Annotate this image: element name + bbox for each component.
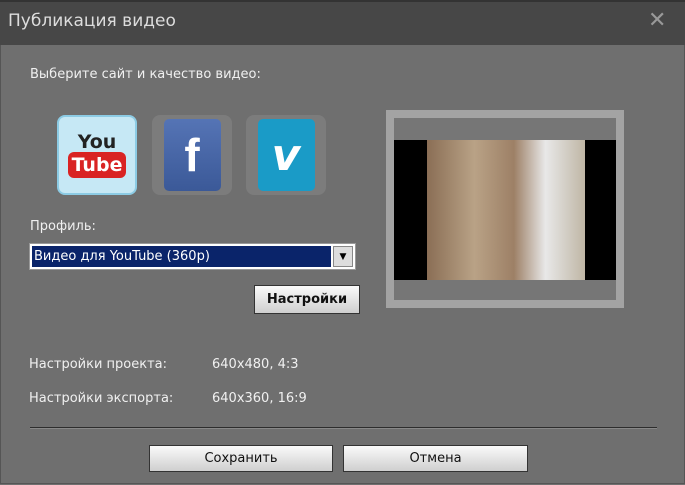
site-vimeo-button[interactable]: v [246, 115, 326, 195]
profile-label: Профиль: [30, 219, 96, 234]
profile-select-value: Видео для YouTube (360p) [32, 246, 331, 267]
youtube-logo-top: You [77, 131, 117, 153]
site-facebook-button[interactable]: f [152, 115, 232, 195]
project-settings-value: 640x480, 4:3 [212, 357, 299, 372]
dialog-title: Публикация видео [8, 11, 176, 31]
export-settings-value: 640x360, 16:9 [212, 391, 307, 406]
preview-inner [394, 118, 616, 300]
preview-thumbnail [427, 140, 585, 280]
profile-select[interactable]: Видео для YouTube (360p) ▼ [29, 243, 356, 270]
close-icon[interactable]: ✕ [648, 8, 666, 33]
cancel-button[interactable]: Отмена [343, 445, 528, 472]
project-settings-label: Настройки проекта: [29, 357, 168, 372]
video-preview [386, 110, 624, 308]
site-youtube-button[interactable]: You Tube [57, 115, 137, 195]
chevron-down-icon[interactable]: ▼ [333, 246, 353, 267]
settings-button[interactable]: Настройки [254, 285, 360, 314]
youtube-logo-icon: You Tube [67, 119, 127, 191]
export-settings-label: Настройки экспорта: [29, 391, 174, 406]
youtube-logo-bottom: Tube [67, 152, 127, 178]
facebook-logo-icon: f [163, 119, 221, 191]
divider [30, 427, 657, 429]
site-prompt: Выберите сайт и качество видео: [30, 67, 261, 82]
save-button[interactable]: Сохранить [149, 445, 333, 472]
preview-video [394, 140, 616, 280]
vimeo-logo-icon: v [257, 119, 315, 191]
